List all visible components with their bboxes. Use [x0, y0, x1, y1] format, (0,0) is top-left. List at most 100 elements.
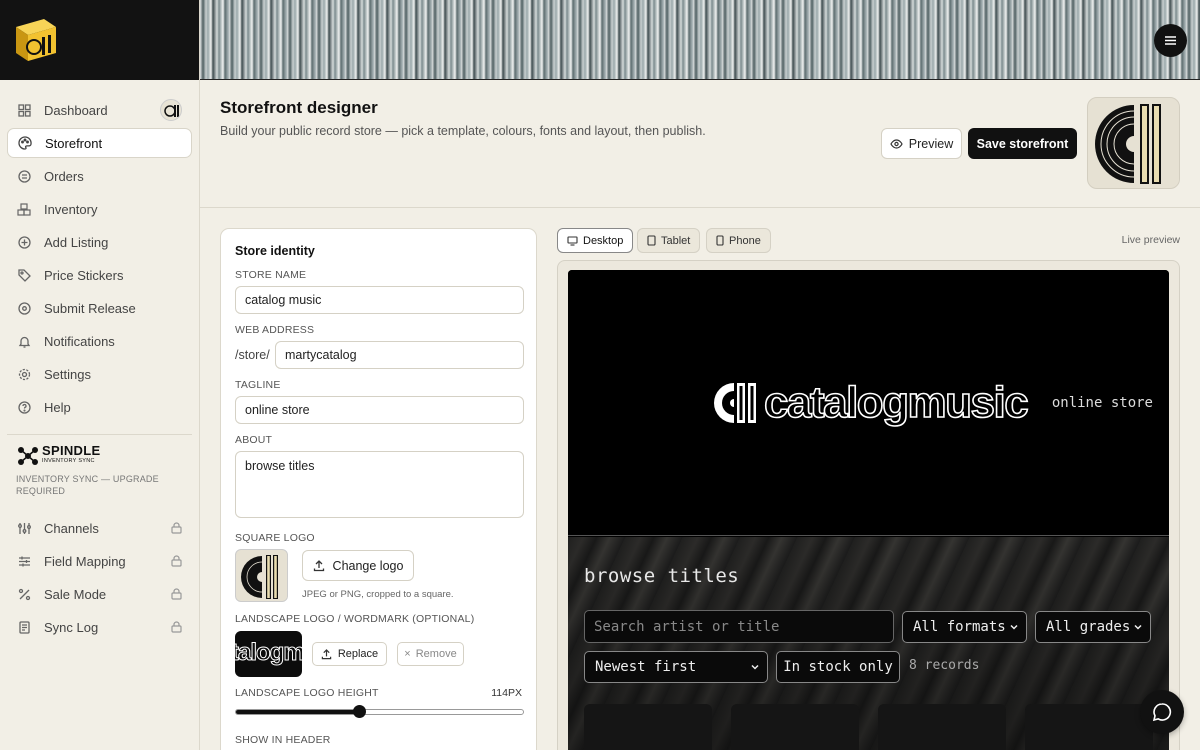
remove-label: Remove [415, 648, 457, 660]
tablet-icon [647, 235, 656, 246]
square-logo-preview [235, 549, 288, 602]
sidebar-item-submit-release[interactable]: Submit Release [7, 293, 192, 323]
gear-icon [17, 367, 31, 381]
record-tile[interactable] [878, 704, 1006, 750]
chat-button[interactable] [1140, 690, 1184, 734]
device-tab-label: Desktop [583, 234, 624, 247]
palette-icon [18, 136, 32, 150]
record-tile[interactable] [584, 704, 712, 750]
boxes-icon [17, 202, 31, 216]
sidebar-item-label: Help [44, 399, 71, 415]
landscape-logo-label: LANDSCAPE LOGO / WORDMARK (OPTIONAL) [235, 613, 475, 625]
web-address-input[interactable]: martycatalog [275, 341, 524, 369]
logo-height-slider[interactable] [235, 705, 524, 718]
preview-wordmark: catalogmusic [712, 377, 1030, 428]
sidebar-item-field-mapping[interactable]: Field Mapping [7, 546, 192, 576]
preview-grades-select[interactable]: All grades [1035, 611, 1151, 643]
preview-search-input[interactable]: Search artist or title [584, 610, 894, 643]
save-storefront-button[interactable]: Save storefront [968, 128, 1077, 159]
device-tab-phone[interactable]: Phone [706, 228, 771, 253]
help-circle-icon [17, 400, 31, 414]
sidebar: Dashboard Storefront Orders Inventory Ad… [0, 0, 200, 750]
preview-button[interactable]: Preview [881, 128, 962, 159]
logo-hint: JPEG or PNG, cropped to a square. [302, 589, 454, 600]
phone-icon [716, 235, 724, 246]
wordmark-logo-icon [714, 383, 756, 423]
bell-icon [17, 334, 31, 348]
about-label: ABOUT [235, 434, 273, 446]
channels-icon [17, 521, 31, 535]
menu-button[interactable] [1154, 24, 1187, 57]
preview-header: catalogmusic online store [568, 270, 1169, 536]
tagline-label: TAGLINE [235, 379, 281, 391]
tagline-input[interactable]: online store [235, 396, 524, 424]
sidebar-item-notifications[interactable]: Notifications [7, 326, 192, 356]
percent-icon [17, 587, 31, 601]
store-identity-card: Store identity STORE NAME catalog music … [220, 228, 537, 750]
sidebar-item-label: Submit Release [44, 300, 136, 316]
about-textarea[interactable]: browse titles [235, 451, 524, 518]
sidebar-item-sync-log[interactable]: Sync Log [7, 612, 192, 642]
avatar[interactable] [160, 99, 182, 121]
spindle-logo: SPINDLE INVENTORY SYNC [16, 443, 183, 467]
spindle-logo-subtext: INVENTORY SYNC [42, 458, 95, 464]
spindle-icon [18, 447, 38, 465]
preview-in-stock-toggle[interactable]: In stock only [776, 651, 900, 683]
sidebar-item-orders[interactable]: Orders [7, 161, 192, 191]
sidebar-item-label: Storefront [45, 135, 103, 151]
sidebar-item-sale-mode[interactable]: Sale Mode [7, 579, 192, 609]
sidebar-item-add-listing[interactable]: Add Listing [7, 227, 192, 257]
tag-icon [17, 268, 31, 282]
live-preview-label: Live preview [1121, 234, 1180, 246]
store-name-input[interactable]: catalog music [235, 286, 524, 314]
select-value: All grades [1046, 619, 1131, 635]
page-header: Storefront designer Build your public re… [200, 80, 1200, 208]
app-logo-icon[interactable] [12, 15, 58, 63]
sidebar-item-label: Field Mapping [44, 553, 126, 569]
record-tile[interactable] [731, 704, 859, 750]
sidebar-item-price-stickers[interactable]: Price Stickers [7, 260, 192, 290]
sidebar-nav: Dashboard Storefront Orders Inventory Ad… [0, 80, 199, 422]
top-banner [200, 0, 1200, 80]
logo-height-value: 114PX [491, 687, 522, 699]
sidebar-item-label: Notifications [44, 333, 115, 349]
sidebar-item-dashboard[interactable]: Dashboard [7, 95, 192, 125]
lock-icon [171, 555, 182, 567]
sidebar-item-channels[interactable]: Channels [7, 513, 192, 543]
slider-thumb[interactable] [353, 705, 367, 718]
chevron-down-icon [1010, 624, 1018, 630]
lock-icon [171, 621, 182, 633]
spindle-section: SPINDLE INVENTORY SYNC INVENTORY SYNC — … [0, 443, 199, 497]
sidebar-item-storefront[interactable]: Storefront [7, 128, 192, 158]
record-tile[interactable] [1025, 704, 1153, 750]
device-tab-tablet[interactable]: Tablet [637, 228, 701, 253]
spindle-logo-text: SPINDLE [42, 443, 101, 458]
spindle-wordmark: SPINDLE INVENTORY SYNC [42, 443, 101, 466]
store-name-label: STORE NAME [235, 269, 307, 281]
receipt-icon [17, 169, 31, 183]
sidebar-item-label: Orders [44, 168, 84, 184]
device-tab-desktop[interactable]: Desktop [557, 228, 634, 253]
card-title: Store identity [235, 244, 315, 258]
grid-icon [17, 103, 31, 117]
change-logo-button[interactable]: Change logo [302, 550, 414, 581]
replace-wordmark-button[interactable]: Replace [312, 642, 387, 666]
select-value: All formats [913, 619, 1006, 635]
page-title: Storefront designer [220, 98, 378, 117]
sidebar-item-settings[interactable]: Settings [7, 359, 192, 389]
store-logo-thumbnail[interactable] [1087, 97, 1180, 189]
preview-formats-select[interactable]: All formats [902, 611, 1027, 643]
preview-sort-select[interactable]: Newest first [584, 651, 768, 683]
sidebar-item-help[interactable]: Help [7, 392, 192, 422]
locked-nav: Channels Field Mapping Sale Mode Sync Lo… [0, 497, 199, 642]
storefront-preview: catalogmusic online store browse titles … [568, 270, 1169, 750]
wordmark-preview: talogm [235, 631, 302, 677]
preview-catalog: browse titles Search artist or title All… [568, 537, 1169, 750]
logo-height-label: LANDSCAPE LOGO HEIGHT [235, 687, 379, 699]
sidebar-item-inventory[interactable]: Inventory [7, 194, 192, 224]
plus-circle-icon [17, 235, 31, 249]
remove-wordmark-button[interactable]: × Remove [397, 642, 464, 666]
wordmark-thumb-text: talogm [235, 639, 302, 667]
device-tab-label: Phone [729, 234, 761, 247]
preview-browse-title: browse titles [584, 565, 740, 587]
